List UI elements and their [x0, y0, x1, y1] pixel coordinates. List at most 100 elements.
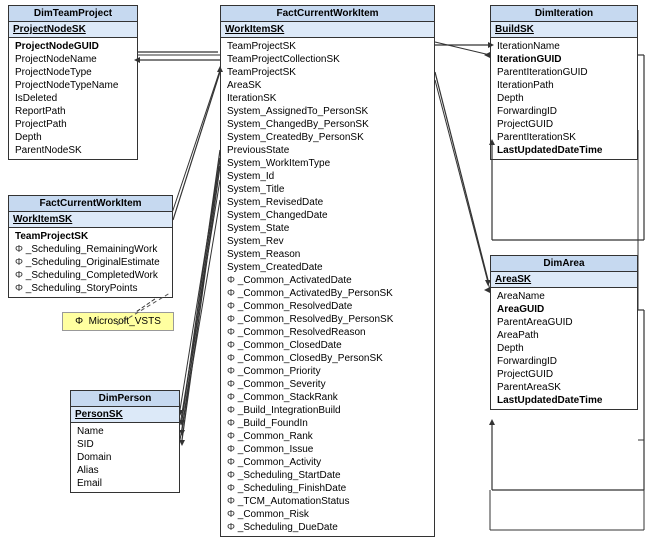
- entity-row: Φ _Scheduling_StartDate: [225, 469, 430, 482]
- entity-header-DimTeamProject: DimTeamProject: [9, 6, 137, 22]
- entity-row: Φ _Common_StackRank: [225, 391, 430, 404]
- entity-header: FactCurrentWorkItem: [9, 196, 172, 212]
- entity-row: IterationSK: [225, 92, 430, 105]
- entity-row: Depth: [13, 131, 133, 144]
- entity-row: LastUpdatedDateTime: [495, 144, 633, 157]
- entity-row: Φ _Common_Rank: [225, 430, 430, 443]
- entity-row: System_RevisedDate: [225, 196, 430, 209]
- entity-row: IsDeleted: [13, 92, 133, 105]
- entity-DimPerson: DimPerson PersonSK Name SID Domain Alias…: [70, 390, 180, 493]
- entity-row: Φ _Common_ClosedBy_PersonSK: [225, 352, 430, 365]
- entity-row: ProjectNodeName: [13, 53, 133, 66]
- entity-FactCurrentWorkItem-small: FactCurrentWorkItem WorkItemSK TeamProje…: [8, 195, 173, 298]
- entity-row: ParentIterationGUID: [495, 66, 633, 79]
- entity-row: Φ _Scheduling_StoryPoints: [13, 282, 168, 295]
- entity-body-main: TeamProjectSK TeamProjectCollectionSK Te…: [221, 38, 434, 536]
- entity-body-DimTeamProject: ProjectNodeGUID ProjectNodeName ProjectN…: [9, 38, 137, 159]
- entity-FactCurrentWorkItem-main: FactCurrentWorkItem WorkItemSK TeamProje…: [220, 5, 435, 537]
- entity-row: ProjectNodeType: [13, 66, 133, 79]
- entity-row: ProjectPath: [13, 118, 133, 131]
- entity-DimTeamProject: DimTeamProject ProjectNodeSK ProjectNode…: [8, 5, 138, 160]
- entity-row-sid: SID: [75, 438, 175, 451]
- entity-row: ProjectGUID: [495, 118, 633, 131]
- entity-row: System_CreatedDate: [225, 261, 430, 274]
- note-phi: Φ: [75, 316, 83, 327]
- entity-body-DimPerson: Name SID Domain Alias Email: [71, 423, 179, 492]
- entity-row: Φ _Common_Priority: [225, 365, 430, 378]
- entity-pk: WorkItemSK: [9, 212, 172, 228]
- entity-row: Φ _Common_ResolvedBy_PersonSK: [225, 313, 430, 326]
- entity-row: System_Rev: [225, 235, 430, 248]
- entity-row: Φ _Scheduling_RemainingWork: [13, 243, 168, 256]
- entity-row: TeamProjectCollectionSK: [225, 53, 430, 66]
- entity-row: LastUpdatedDateTime: [495, 394, 633, 407]
- entity-row: ParentIterationSK: [495, 131, 633, 144]
- entity-header-DimPerson: DimPerson: [71, 391, 179, 407]
- entity-row: System_AssignedTo_PersonSK: [225, 105, 430, 118]
- entity-row-common-activity: Φ _Common_Activity: [225, 456, 430, 469]
- entity-row: PreviousState: [225, 144, 430, 157]
- entity-row: System_Reason: [225, 248, 430, 261]
- entity-row: System_Title: [225, 183, 430, 196]
- entity-row-common-risk: Φ _Common_Risk: [225, 508, 430, 521]
- entity-row: Depth: [495, 92, 633, 105]
- entity-row: Φ _TCM_AutomationStatus: [225, 495, 430, 508]
- entity-row: System_CreatedBy_PersonSK: [225, 131, 430, 144]
- entity-row: ForwardingID: [495, 355, 633, 368]
- entity-row: Φ _Common_ResolvedDate: [225, 300, 430, 313]
- microsoft-vsts-note: Φ Microsoft_VSTS: [62, 312, 174, 331]
- entity-DimArea: DimArea AreaSK AreaName AreaGUID ParentA…: [490, 255, 638, 410]
- entity-row: Φ _Common_Issue: [225, 443, 430, 456]
- entity-pk-DimTeamProject: ProjectNodeSK: [9, 22, 137, 38]
- entity-row: ParentAreaSK: [495, 381, 633, 394]
- entity-row: IterationName: [495, 40, 633, 53]
- entity-row: ProjectGUID: [495, 368, 633, 381]
- entity-body: TeamProjectSK Φ _Scheduling_RemainingWor…: [9, 228, 172, 297]
- entity-row: ReportPath: [13, 105, 133, 118]
- entity-header-DimArea: DimArea: [491, 256, 637, 272]
- entity-row: ProjectNodeGUID: [13, 40, 133, 53]
- entity-row: Φ _Common_ResolvedReason: [225, 326, 430, 339]
- entity-row: Φ _Common_ClosedDate: [225, 339, 430, 352]
- entity-row-common-severity: Φ _Common_Severity: [225, 378, 430, 391]
- entity-row: System_Id: [225, 170, 430, 183]
- entity-pk-DimArea: AreaSK: [491, 272, 637, 288]
- entity-row: Φ _Scheduling_FinishDate: [225, 482, 430, 495]
- entity-pk-main: WorkItemSK: [221, 22, 434, 38]
- entity-pk-DimPerson: PersonSK: [71, 407, 179, 423]
- entity-row: System_WorkItemType: [225, 157, 430, 170]
- entity-row: ProjectNodeTypeName: [13, 79, 133, 92]
- entity-row: AreaGUID: [495, 303, 633, 316]
- entity-row: AreaName: [495, 290, 633, 303]
- diagram: DimTeamProject ProjectNodeSK ProjectNode…: [0, 0, 646, 540]
- entity-row: ParentNodeSK: [13, 144, 133, 157]
- entity-row: Depth: [495, 342, 633, 355]
- entity-row: Φ _Build_FoundIn: [225, 417, 430, 430]
- entity-row: Φ _Common_ActivatedDate: [225, 274, 430, 287]
- entity-row-name: Name: [75, 425, 175, 438]
- entity-row: ForwardingID: [495, 105, 633, 118]
- entity-row: Φ _Scheduling_OriginalEstimate: [13, 256, 168, 269]
- entity-row: System_ChangedDate: [225, 209, 430, 222]
- entity-row: Φ _Scheduling_CompletedWork: [13, 269, 168, 282]
- entity-body-DimArea: AreaName AreaGUID ParentAreaGUID AreaPat…: [491, 288, 637, 409]
- entity-row-email: Email: [75, 477, 175, 490]
- entity-row: Φ _Scheduling_DueDate: [225, 521, 430, 534]
- entity-DimIteration: DimIteration BuildSK IterationName Itera…: [490, 5, 638, 160]
- entity-row: Φ _Common_ActivatedBy_PersonSK: [225, 287, 430, 300]
- entity-row: AreaSK: [225, 79, 430, 92]
- entity-row: TeamProjectSK: [225, 66, 430, 79]
- entity-header-DimIteration: DimIteration: [491, 6, 637, 22]
- entity-row: IterationGUID: [495, 53, 633, 66]
- entity-row: ParentAreaGUID: [495, 316, 633, 329]
- entity-row: Φ _Build_IntegrationBuild: [225, 404, 430, 417]
- entity-row: System_ChangedBy_PersonSK: [225, 118, 430, 131]
- entity-body-DimIteration: IterationName IterationGUID ParentIterat…: [491, 38, 637, 159]
- entity-header-main: FactCurrentWorkItem: [221, 6, 434, 22]
- entity-row: AreaPath: [495, 329, 633, 342]
- entity-row: TeamProjectSK: [13, 230, 168, 243]
- entity-row-domain: Domain: [75, 451, 175, 464]
- entity-row: System_State: [225, 222, 430, 235]
- entity-row: TeamProjectSK: [225, 40, 430, 53]
- entity-pk-DimIteration: BuildSK: [491, 22, 637, 38]
